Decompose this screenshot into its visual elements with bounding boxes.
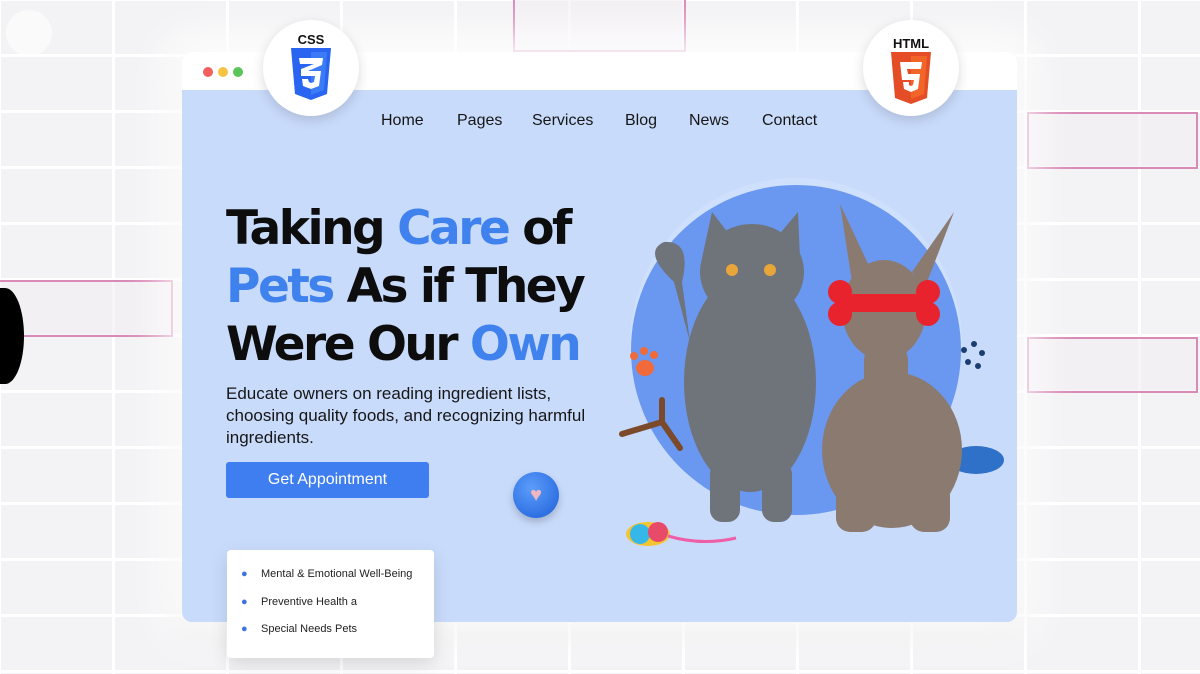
minimize-window-dot[interactable] xyxy=(218,67,228,77)
html-badge-label: HTML xyxy=(892,36,930,51)
title-text: As if They xyxy=(332,259,586,314)
heart-icon: ♥ xyxy=(513,472,559,518)
nav-home[interactable]: Home xyxy=(381,112,424,130)
close-window-dot[interactable] xyxy=(203,67,213,77)
title-highlight: Pets xyxy=(226,259,335,314)
decor-rectangle xyxy=(1027,337,1198,393)
decor-circle xyxy=(6,10,52,56)
paw-icon: ● xyxy=(241,568,248,580)
pets-illustration xyxy=(619,178,1004,546)
decor-rectangle xyxy=(513,0,686,52)
dots-decor xyxy=(961,341,985,369)
css-badge: CSS xyxy=(263,20,359,116)
title-text: of xyxy=(508,201,572,256)
html5-logo-icon xyxy=(891,52,931,104)
nav-news[interactable]: News xyxy=(689,112,729,130)
browser-window: Home Pages Services Blog News Contact Ta… xyxy=(182,52,1017,622)
paw-icon: ● xyxy=(241,623,248,635)
feature-label: Special Needs Pets xyxy=(261,623,357,635)
css-badge-label: CSS xyxy=(297,32,325,47)
feature-item: ● Preventive Health a xyxy=(241,596,357,608)
decor-rectangle xyxy=(0,280,173,337)
title-highlight: Own xyxy=(469,317,582,372)
features-card: ● Mental & Emotional Well-Being ● Preventi… xyxy=(227,550,434,658)
get-appointment-button[interactable]: Get Appointment xyxy=(226,462,429,498)
nav-pages[interactable]: Pages xyxy=(457,112,502,130)
css3-logo-icon xyxy=(291,48,331,100)
html-badge: HTML xyxy=(863,20,959,116)
nav-blog[interactable]: Blog xyxy=(625,112,657,130)
nav-contact[interactable]: Contact xyxy=(762,112,817,130)
toy-mouse-icon xyxy=(626,522,737,546)
title-text: Were Our xyxy=(226,317,470,372)
hero-title: Taking Care of Pets As if They Were Our … xyxy=(226,200,626,374)
nav-services[interactable]: Services xyxy=(532,112,593,130)
feature-item: ● Special Needs Pets xyxy=(241,623,357,635)
feature-label: Mental & Emotional Well-Being xyxy=(261,568,413,580)
feature-label: Preventive Health a xyxy=(261,596,357,608)
title-highlight: Care xyxy=(397,201,511,256)
decor-rectangle xyxy=(1027,112,1198,169)
hero-description: Educate owners on reading ingredient lis… xyxy=(226,384,586,447)
maximize-window-dot[interactable] xyxy=(233,67,243,77)
feature-item: ● Mental & Emotional Well-Being xyxy=(241,568,412,580)
paw-icon: ● xyxy=(241,596,248,608)
title-text: Taking xyxy=(226,201,398,256)
